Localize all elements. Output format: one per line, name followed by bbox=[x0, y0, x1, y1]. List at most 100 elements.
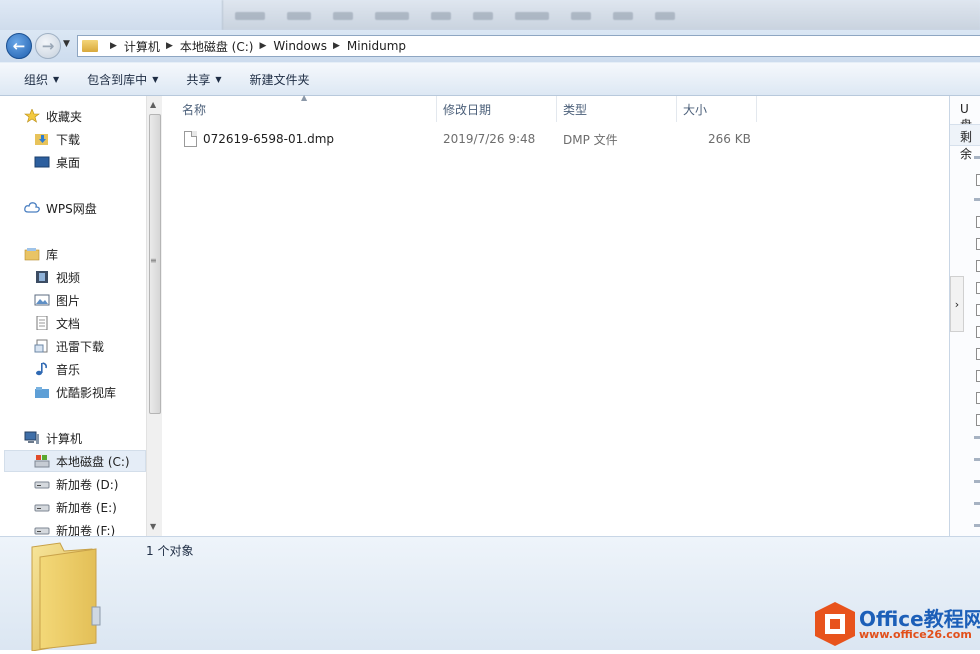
nav-drive-c[interactable]: 本地磁盘 (C:) bbox=[4, 450, 146, 472]
preview-item-icon bbox=[976, 348, 980, 360]
preview-mark bbox=[974, 524, 980, 527]
chevron-down-icon: ▼ bbox=[53, 74, 60, 84]
preview-item-icon bbox=[976, 414, 980, 426]
drive-icon bbox=[34, 500, 50, 514]
file-size: 266 KB bbox=[708, 132, 751, 146]
breadcrumb-separator-icon[interactable]: ▶ bbox=[259, 41, 266, 51]
nav-youku[interactable]: 优酷影视库 bbox=[0, 381, 116, 403]
grip-icon: ≡ bbox=[150, 256, 157, 265]
history-dropdown-icon[interactable]: ▼ bbox=[63, 39, 70, 49]
include-in-library-button[interactable]: 包含到库中 ▼ bbox=[77, 68, 168, 90]
computer-icon bbox=[24, 431, 40, 445]
scroll-down-icon[interactable]: ▼ bbox=[150, 522, 156, 531]
file-list: ▲ 名称 修改日期 类型 大小 072619-6598-01.dmp 2019/… bbox=[163, 93, 949, 536]
breadcrumb-separator-icon[interactable]: ▶ bbox=[333, 41, 340, 51]
nav-pictures[interactable]: 图片 bbox=[0, 289, 80, 311]
breadcrumb-separator-icon[interactable]: ▶ bbox=[166, 41, 173, 51]
forward-button[interactable]: → bbox=[35, 33, 61, 59]
nav-documents[interactable]: 文档 bbox=[0, 312, 80, 334]
organize-button[interactable]: 组织 ▼ bbox=[14, 68, 69, 90]
nav-thunder-downloads[interactable]: 迅雷下载 bbox=[0, 335, 104, 357]
include-in-library-label: 包含到库中 bbox=[87, 72, 148, 87]
breadcrumb-windows[interactable]: Windows bbox=[273, 39, 327, 53]
nav-favorites-label: 收藏夹 bbox=[46, 109, 83, 124]
drive-icon bbox=[34, 523, 50, 536]
nav-videos[interactable]: 视频 bbox=[0, 266, 80, 288]
preview-mark bbox=[974, 480, 980, 483]
preview-mark bbox=[974, 458, 980, 461]
preview-item-icon bbox=[976, 304, 980, 316]
back-button[interactable]: ← bbox=[6, 33, 32, 59]
breadcrumb-computer[interactable]: 计算机 bbox=[124, 38, 160, 55]
nav-computer[interactable]: 计算机 bbox=[0, 427, 82, 449]
column-name-label: 名称 bbox=[182, 102, 207, 117]
system-drive-icon bbox=[34, 454, 50, 468]
background-window-blur bbox=[222, 0, 980, 30]
file-icon bbox=[184, 131, 197, 147]
new-folder-button[interactable]: 新建文件夹 bbox=[240, 68, 320, 90]
column-header-name[interactable]: ▲ 名称 bbox=[163, 93, 437, 122]
youku-folder-icon bbox=[34, 385, 50, 399]
nav-drive-d-label: 新加卷 (D:) bbox=[56, 477, 119, 492]
column-header-size[interactable]: 大小 bbox=[677, 96, 757, 122]
preview-item-icon bbox=[976, 370, 980, 382]
nav-music[interactable]: 音乐 bbox=[0, 358, 80, 380]
column-size-label: 大小 bbox=[683, 102, 708, 117]
picture-icon bbox=[34, 293, 50, 307]
preview-item-icon bbox=[976, 260, 980, 272]
nav-wps-cloud-label: WPS网盘 bbox=[46, 201, 97, 216]
address-row: ← → ▼ ▶ 计算机 ▶ 本地磁盘 (C:) ▶ Windows ▶ Mini… bbox=[0, 30, 980, 62]
expand-pane-button[interactable]: › bbox=[950, 276, 964, 332]
watermark-url: www.office26.com bbox=[859, 628, 972, 641]
star-icon bbox=[24, 108, 40, 123]
breadcrumb-separator-icon[interactable]: ▶ bbox=[110, 41, 117, 51]
file-row[interactable]: 072619-6598-01.dmp 2019/7/26 9:48 DMP 文件… bbox=[163, 128, 783, 150]
preview-mark bbox=[974, 436, 980, 439]
breadcrumb-drive-c[interactable]: 本地磁盘 (C:) bbox=[180, 38, 254, 55]
nav-desktop[interactable]: 桌面 bbox=[0, 151, 80, 173]
nav-favorites[interactable]: 收藏夹 bbox=[0, 105, 82, 127]
new-folder-label: 新建文件夹 bbox=[249, 72, 310, 87]
address-bar[interactable]: ▶ 计算机 ▶ 本地磁盘 (C:) ▶ Windows ▶ Minidump bbox=[77, 35, 980, 57]
arrow-right-icon: → bbox=[41, 37, 55, 55]
organize-label: 组织 bbox=[24, 72, 49, 87]
file-name: 072619-6598-01.dmp bbox=[203, 132, 335, 146]
column-header-type[interactable]: 类型 bbox=[557, 96, 677, 122]
arrow-left-icon: ← bbox=[12, 37, 26, 55]
library-icon bbox=[24, 247, 40, 261]
nav-drive-d[interactable]: 新加卷 (D:) bbox=[0, 473, 118, 495]
column-date-label: 修改日期 bbox=[443, 102, 492, 117]
film-icon bbox=[34, 270, 50, 284]
preview-mark bbox=[974, 198, 980, 201]
navigation-scrollbar[interactable]: ▲ ≡ ▼ bbox=[146, 96, 162, 536]
watermark: Office教程网 www.office26.com bbox=[815, 602, 980, 650]
file-type: DMP 文件 bbox=[563, 132, 618, 147]
preview-item-icon bbox=[976, 282, 980, 294]
column-header-date[interactable]: 修改日期 bbox=[437, 96, 557, 122]
preview-mark bbox=[974, 502, 980, 505]
nav-drive-e[interactable]: 新加卷 (E:) bbox=[0, 496, 117, 518]
preview-subheader: 剩余 bbox=[950, 124, 980, 161]
nav-downloads[interactable]: 下载 bbox=[0, 128, 80, 150]
sort-up-icon: ▲ bbox=[301, 93, 308, 102]
cloud-icon bbox=[24, 201, 40, 215]
chevron-right-icon: › bbox=[954, 297, 960, 311]
navigation-pane: 收藏夹 下载 桌面 WPS网盘 库 视频 图片 文档 迅雷下载 音乐 优酷影视库… bbox=[0, 96, 146, 536]
preview-item-icon bbox=[976, 392, 980, 404]
download-folder-icon bbox=[34, 132, 50, 146]
file-name-cell: 072619-6598-01.dmp bbox=[184, 128, 334, 150]
nav-drive-f[interactable]: 新加卷 (F:) bbox=[0, 519, 115, 536]
music-note-icon bbox=[34, 362, 50, 376]
nav-libraries-label: 库 bbox=[46, 247, 59, 262]
share-button[interactable]: 共享 ▼ bbox=[176, 68, 231, 90]
nav-wps-cloud[interactable]: WPS网盘 bbox=[0, 197, 97, 219]
nav-libraries[interactable]: 库 bbox=[0, 243, 58, 265]
nav-downloads-label: 下载 bbox=[56, 132, 81, 147]
chevron-down-icon: ▼ bbox=[215, 74, 222, 84]
desktop-icon bbox=[34, 155, 50, 169]
large-folder-icon bbox=[30, 541, 130, 652]
chevron-down-icon: ▼ bbox=[152, 74, 159, 84]
drive-icon bbox=[34, 477, 50, 491]
scroll-up-icon[interactable]: ▲ bbox=[150, 100, 156, 109]
breadcrumb-minidump[interactable]: Minidump bbox=[347, 39, 406, 53]
